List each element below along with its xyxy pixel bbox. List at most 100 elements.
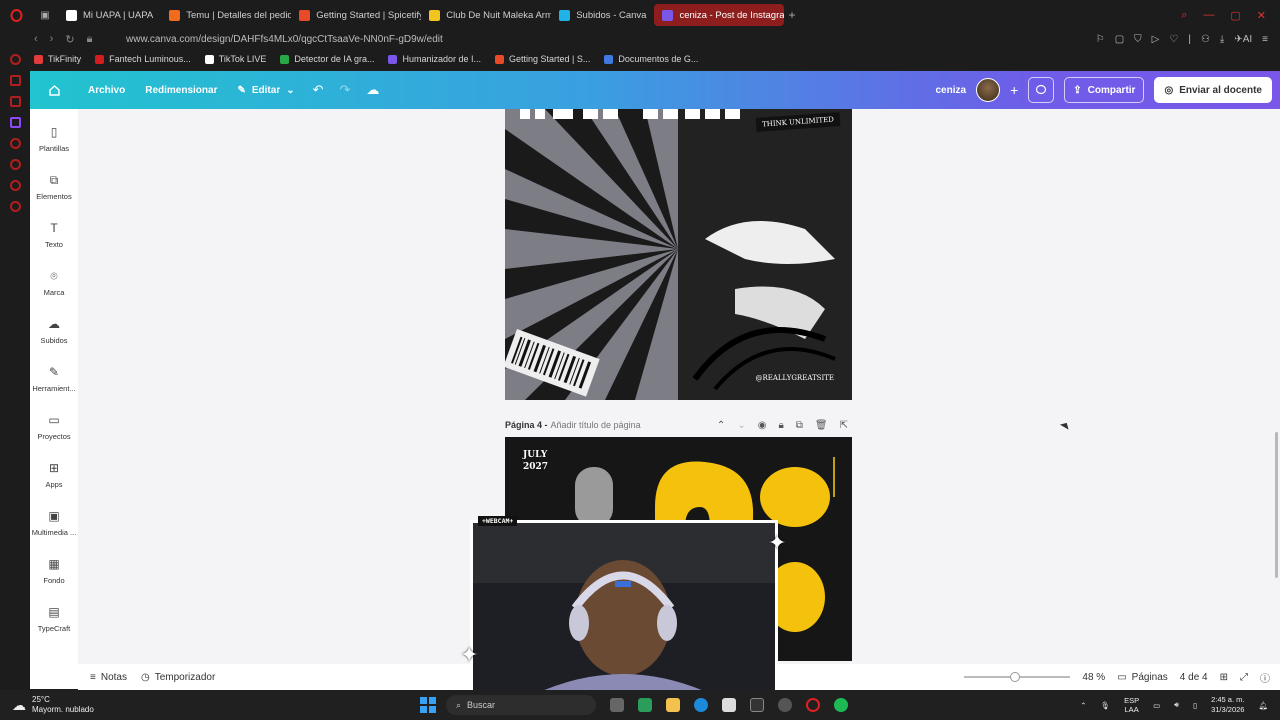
spotify-icon[interactable]: [834, 698, 848, 712]
sidebar-app-icon[interactable]: [9, 159, 21, 170]
browser-tab[interactable]: Mi UAPA | UAPA: [58, 4, 161, 26]
weather-widget[interactable]: ☁ 25°C Mayorm. nublado: [0, 695, 420, 715]
start-button[interactable]: [420, 697, 436, 713]
taskbar-app-icon[interactable]: [778, 698, 792, 712]
pages-button[interactable]: ▭ Páginas: [1117, 672, 1168, 683]
reload-icon[interactable]: ↻: [65, 33, 74, 46]
snapshot-icon[interactable]: ▢: [1115, 34, 1124, 45]
minimize-button[interactable]: —: [1203, 9, 1214, 22]
sidebar-app-icon[interactable]: [9, 75, 21, 86]
sidebar-item-upload[interactable]: ☁ Subidos: [30, 317, 78, 345]
twitch-icon[interactable]: [9, 117, 21, 128]
search-tabs-icon[interactable]: ⌕: [1181, 9, 1187, 22]
mic-icon[interactable]: 🎙︎: [1101, 701, 1111, 710]
hide-page-icon[interactable]: ◉: [758, 420, 767, 431]
sidebar-item-media[interactable]: ▣ Multimedia ...: [30, 509, 78, 537]
page-title-input[interactable]: Añadir título de página: [551, 420, 641, 430]
zoom-slider[interactable]: [964, 672, 1071, 682]
taskbar-app-icon[interactable]: [610, 698, 624, 712]
archivo-menu[interactable]: Archivo: [78, 85, 135, 96]
chevron-up-icon[interactable]: ⌃: [717, 420, 725, 431]
browser-tab[interactable]: Subidos - Canva: [551, 4, 654, 26]
taskbar-search[interactable]: ⌕ Buscar: [446, 695, 596, 715]
sidebar-item-background[interactable]: ▦ Fondo: [30, 557, 78, 585]
browser-tab[interactable]: Club De Nuit Maleka Arme: [421, 4, 551, 26]
browser-tab[interactable]: ceniza - Post de Instagram: [654, 4, 785, 26]
add-page-icon[interactable]: ⇱: [840, 420, 848, 431]
lock-page-icon[interactable]: 🔒︎: [778, 420, 783, 431]
bookmark-item[interactable]: Getting Started | S...: [495, 54, 590, 64]
adblock-icon[interactable]: ⛉: [1134, 34, 1142, 45]
bookmark-item[interactable]: Humanizador de I...: [388, 54, 481, 64]
bookmark-item[interactable]: TikTok LIVE: [204, 54, 266, 64]
add-collaborator-icon[interactable]: +: [1010, 82, 1018, 98]
sidebar-item-brand[interactable]: ⌾ Marca: [30, 269, 78, 298]
avatar[interactable]: [976, 78, 1001, 102]
close-window-button[interactable]: ✕: [1257, 9, 1266, 22]
notes-button[interactable]: ≡ Notas: [78, 672, 127, 683]
zoom-value[interactable]: 48 %: [1082, 672, 1105, 683]
taskbar-app-icon[interactable]: [722, 698, 736, 712]
design-name[interactable]: ceniza: [936, 85, 967, 96]
undo-icon[interactable]: ↶: [305, 82, 332, 98]
tray-chevron-icon[interactable]: ⌃: [1080, 701, 1086, 710]
sidebar-item-tools[interactable]: ✎ Herramient...: [30, 365, 78, 393]
redo-icon[interactable]: ↷: [332, 82, 359, 98]
player-icon[interactable]: ▷: [1152, 34, 1160, 45]
sidebar-item-folder[interactable]: ▭ Proyectos: [30, 413, 78, 441]
heart-icon[interactable]: ♡: [1169, 34, 1178, 45]
timer-button[interactable]: ◷ Temporizador: [127, 672, 215, 683]
bookmark-item[interactable]: Fantech Luminous...: [95, 54, 191, 64]
url-field[interactable]: www.canva.com/design/DAHFfs4MLx0/qgcCtTs…: [126, 34, 443, 45]
taskbar-app-icon[interactable]: [750, 698, 764, 712]
zoom-slider-knob[interactable]: [1010, 672, 1021, 682]
workspace-icon[interactable]: ▣: [32, 10, 58, 21]
bookmark-icon[interactable]: ⚐: [1096, 34, 1105, 45]
sidebar-app-icon[interactable]: [9, 180, 21, 191]
cloud-save-icon[interactable]: ☁: [358, 82, 387, 98]
duplicate-page-icon[interactable]: ⧉: [796, 420, 803, 431]
bookmark-item[interactable]: Detector de IA gra...: [280, 54, 374, 64]
grid-view-icon[interactable]: ⊞: [1220, 672, 1228, 683]
edge-icon[interactable]: [694, 698, 708, 712]
sidebar-app-icon[interactable]: [9, 54, 21, 65]
home-icon[interactable]: [30, 84, 78, 97]
scrollbar[interactable]: [1275, 432, 1278, 578]
file-explorer-icon[interactable]: [666, 698, 680, 712]
share-button[interactable]: ⇪ Compartir: [1064, 77, 1145, 103]
edit-menu[interactable]: ✎ Editar ⌄: [227, 85, 304, 96]
maximize-button[interactable]: ▢: [1230, 9, 1240, 22]
bookmark-item[interactable]: Documentos de G...: [604, 54, 698, 64]
sidebar-item-apps[interactable]: ⊞ Apps: [30, 461, 78, 489]
sidebar-app-icon[interactable]: [9, 201, 21, 212]
taskbar-app-icon[interactable]: [638, 698, 652, 712]
fullscreen-icon[interactable]: ⤢: [1240, 672, 1248, 683]
clock[interactable]: 2:45 a. m. 31/3/2026: [1211, 695, 1244, 715]
battery-icon[interactable]: ▯: [1193, 701, 1197, 710]
comment-button[interactable]: [1028, 77, 1055, 103]
sidebar-app-icon[interactable]: [9, 138, 21, 149]
sidebar-item-elements[interactable]: ⧉ Elementos: [30, 173, 78, 202]
delete-page-icon[interactable]: 🗑︎: [815, 420, 828, 431]
language-indicator[interactable]: ESP LAA: [1124, 696, 1139, 714]
network-icon[interactable]: ▭: [1153, 701, 1160, 710]
page-3-design[interactable]: THINK UNLIMITED @REALLYGREATSITE: [505, 109, 852, 400]
new-tab-button[interactable]: +: [784, 8, 795, 22]
sidebar-item-template[interactable]: ▯ Plantillas: [30, 125, 78, 153]
sidebar-item-typecraft[interactable]: ▤ TypeCraft: [30, 605, 78, 633]
sidebar-item-text[interactable]: T Texto: [30, 221, 78, 249]
sidebar-app-icon[interactable]: [9, 96, 21, 107]
volume-icon[interactable]: 🔊︎: [1174, 700, 1179, 710]
chevron-down-icon[interactable]: ⌄: [737, 420, 745, 431]
opera-taskbar-icon[interactable]: [806, 698, 820, 712]
browser-tab[interactable]: Temu | Detalles del pedido: [161, 4, 291, 26]
opera-logo-icon[interactable]: [0, 8, 32, 22]
browser-tab[interactable]: Getting Started | Spicetify: [291, 4, 421, 26]
ai-button[interactable]: ✈AI: [1234, 34, 1252, 45]
help-icon[interactable]: ⓘ: [1260, 670, 1270, 685]
profile-icon[interactable]: ⚇: [1201, 34, 1210, 45]
resize-menu[interactable]: Redimensionar: [135, 85, 227, 96]
download-icon[interactable]: ⤓: [1220, 34, 1224, 45]
send-to-teacher-button[interactable]: ◎ Enviar al docente: [1154, 77, 1272, 103]
forward-icon[interactable]: ›: [50, 33, 54, 46]
